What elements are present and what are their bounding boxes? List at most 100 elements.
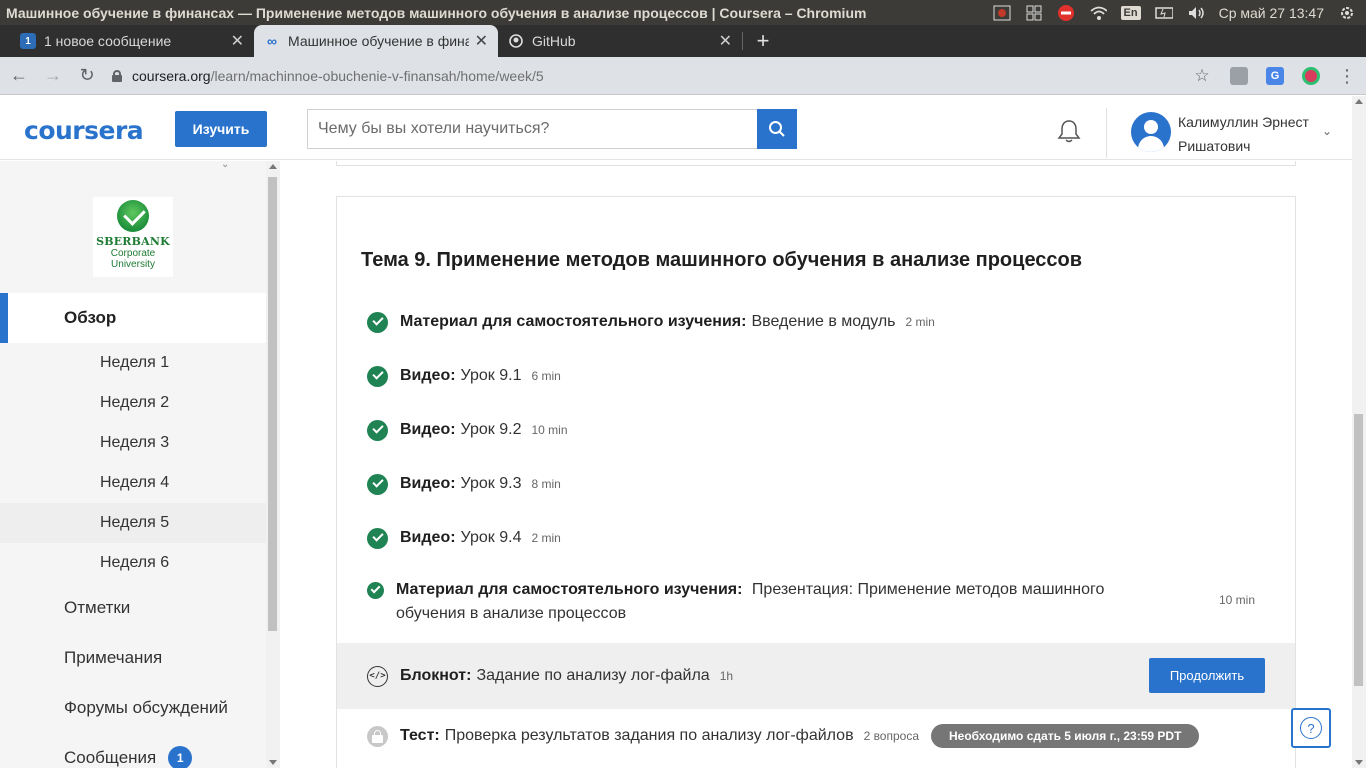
sidebar-scrollbar[interactable] xyxy=(266,161,280,768)
scroll-down-arrow-icon[interactable] xyxy=(1355,760,1363,765)
sidebar-week-3[interactable]: Неделя 3 xyxy=(0,423,266,463)
tab-github[interactable]: GitHub ✕ xyxy=(498,25,742,57)
wifi-icon[interactable] xyxy=(1089,5,1107,21)
avatar-head xyxy=(1144,120,1158,134)
sidebar-item-grades[interactable]: Отметки xyxy=(0,583,266,633)
item-duration: 1h xyxy=(719,669,734,683)
close-icon[interactable]: ✕ xyxy=(231,31,244,51)
completed-check-icon xyxy=(367,527,388,549)
item-name[interactable]: Урок 9.4 xyxy=(461,529,522,547)
lock-icon[interactable] xyxy=(112,70,122,82)
notification-count-icon: 1 xyxy=(20,33,36,49)
menu-icon[interactable]: ⋮ xyxy=(1338,66,1356,87)
item-duration: 6 min xyxy=(531,369,561,383)
search-icon xyxy=(769,121,785,137)
sidebar-week-5[interactable]: Неделя 5 xyxy=(0,503,266,543)
scroll-down-arrow-icon[interactable] xyxy=(269,760,277,765)
bookmark-star-icon[interactable]: ☆ xyxy=(1192,66,1212,86)
page-scrollbar[interactable] xyxy=(1352,96,1366,768)
sidebar-item-overview[interactable]: Обзор xyxy=(0,293,266,343)
item-duration: 8 min xyxy=(531,477,561,491)
sidebar-item-notes[interactable]: Примечания xyxy=(0,633,266,683)
sidebar-item-label: Сообщения xyxy=(64,748,157,767)
item-name[interactable]: Урок 9.2 xyxy=(461,421,522,439)
search-input[interactable]: Чему бы вы хотели научиться? xyxy=(307,109,757,149)
system-tray: En Ср май 27 13:47 xyxy=(993,0,1366,25)
sidebar-item-messages[interactable]: Сообщения 1 xyxy=(0,733,266,768)
tab-coursera[interactable]: ∞ Машинное обучение в финансах ✕ xyxy=(254,25,498,57)
scroll-up-arrow-icon[interactable] xyxy=(269,164,277,169)
page-scroll-thumb[interactable] xyxy=(1354,414,1363,686)
avatar-body xyxy=(1138,136,1164,152)
tab-title: 1 новое сообщение xyxy=(44,33,172,49)
help-button[interactable]: ? xyxy=(1291,708,1331,748)
new-tab-button[interactable]: + xyxy=(743,25,783,57)
sidebar-week-2[interactable]: Неделя 2 xyxy=(0,383,266,423)
coursera-icon: ∞ xyxy=(267,33,277,49)
item-duration: 2 вопроса xyxy=(863,729,920,743)
user-name[interactable]: Калимуллин Эрнест Ришатович xyxy=(1178,110,1318,158)
sidebar-week-4[interactable]: Неделя 4 xyxy=(0,463,266,503)
previous-module-card xyxy=(336,161,1296,166)
keyboard-layout[interactable]: En xyxy=(1120,5,1141,20)
translate-extension-icon[interactable]: G xyxy=(1266,67,1284,85)
module-item-current[interactable]: </> Блокнот: Задание по анализу лог-файл… xyxy=(337,643,1295,709)
module-item[interactable]: Материал для самостоятельного изучения: … xyxy=(337,295,1295,349)
course-sidebar: ⌄ SBERBANK Corporate University Обзор Не… xyxy=(0,161,266,768)
forward-button[interactable]: → xyxy=(38,61,68,91)
tab-messages[interactable]: 1 1 новое сообщение ✕ xyxy=(10,25,254,57)
search-button[interactable] xyxy=(757,109,797,149)
close-icon[interactable]: ✕ xyxy=(719,31,732,51)
extension-circle-icon[interactable] xyxy=(1302,67,1320,85)
item-name[interactable]: Урок 9.3 xyxy=(461,475,522,493)
item-name[interactable]: Проверка результатов задания по анализу … xyxy=(445,727,854,745)
module-item-locked[interactable]: Тест: Проверка результатов задания по ан… xyxy=(337,709,1295,763)
record-icon[interactable] xyxy=(993,5,1011,21)
item-type: Видео: xyxy=(400,421,456,438)
settings-gear-icon[interactable] xyxy=(1338,5,1356,21)
battery-icon[interactable] xyxy=(1154,5,1173,21)
module-item[interactable]: Видео: Урок 9.3 8 min xyxy=(337,457,1295,511)
code-notebook-icon: </> xyxy=(367,665,388,687)
sidebar-week-1[interactable]: Неделя 1 xyxy=(0,343,266,383)
sidebar-scroll-thumb[interactable] xyxy=(268,177,277,631)
user-avatar[interactable] xyxy=(1131,112,1171,152)
workspaces-icon[interactable] xyxy=(1025,5,1043,21)
completed-check-icon xyxy=(367,365,388,387)
window-title: Машинное обучение в финансах — Применени… xyxy=(6,4,867,21)
item-name[interactable]: Введение в модуль xyxy=(751,313,895,331)
extension-image-icon[interactable] xyxy=(1230,67,1248,85)
sidebar-week-6[interactable]: Неделя 6 xyxy=(0,543,266,583)
module-item[interactable]: Видео: Урок 9.2 10 min xyxy=(337,403,1295,457)
module-item[interactable]: Видео: Урок 9.1 6 min xyxy=(337,349,1295,403)
help-icon: ? xyxy=(1300,717,1322,739)
lock-icon xyxy=(367,725,388,747)
notifications-bell-icon[interactable] xyxy=(1056,118,1082,144)
partner-sub-2: University xyxy=(111,259,155,270)
module-card: Тема 9. Применение методов машинного обу… xyxy=(336,196,1296,768)
clock[interactable]: Ср май 27 13:47 xyxy=(1219,5,1324,21)
sidebar-item-forums[interactable]: Форумы обсуждений xyxy=(0,683,266,733)
item-type: Видео: xyxy=(400,529,456,546)
completed-check-icon xyxy=(367,473,388,495)
address-bar[interactable]: coursera.org/learn/machinnoe-obuchenie-v… xyxy=(112,61,1212,91)
close-icon[interactable]: ✕ xyxy=(475,31,488,51)
volume-icon[interactable] xyxy=(1187,5,1205,21)
back-button[interactable]: ← xyxy=(4,61,34,91)
item-name[interactable]: Урок 9.1 xyxy=(461,367,522,385)
scroll-up-arrow-icon[interactable] xyxy=(1355,99,1363,104)
coursera-logo[interactable]: coursera xyxy=(24,116,144,145)
item-type: Блокнот: xyxy=(400,667,472,684)
module-item[interactable]: Материал для самостоятельного изучения: … xyxy=(337,571,1295,637)
partner-logo[interactable]: SBERBANK Corporate University xyxy=(93,197,173,277)
tab-strip: 1 1 новое сообщение ✕ ∞ Машинное обучени… xyxy=(0,25,1366,57)
reload-button[interactable]: ↻ xyxy=(72,61,102,91)
chevron-down-icon[interactable]: ⌄ xyxy=(1322,124,1332,138)
due-date-badge: Необходимо сдать 5 июля г., 23:59 PDT xyxy=(931,724,1200,748)
do-not-disturb-icon[interactable] xyxy=(1057,4,1075,21)
item-type: Тест: xyxy=(400,727,440,744)
module-item[interactable]: Видео: Урок 9.4 2 min xyxy=(337,511,1295,565)
explore-button[interactable]: Изучить xyxy=(175,111,267,147)
item-name[interactable]: Задание по анализу лог-файла xyxy=(476,667,709,685)
continue-button[interactable]: Продолжить xyxy=(1149,658,1265,693)
